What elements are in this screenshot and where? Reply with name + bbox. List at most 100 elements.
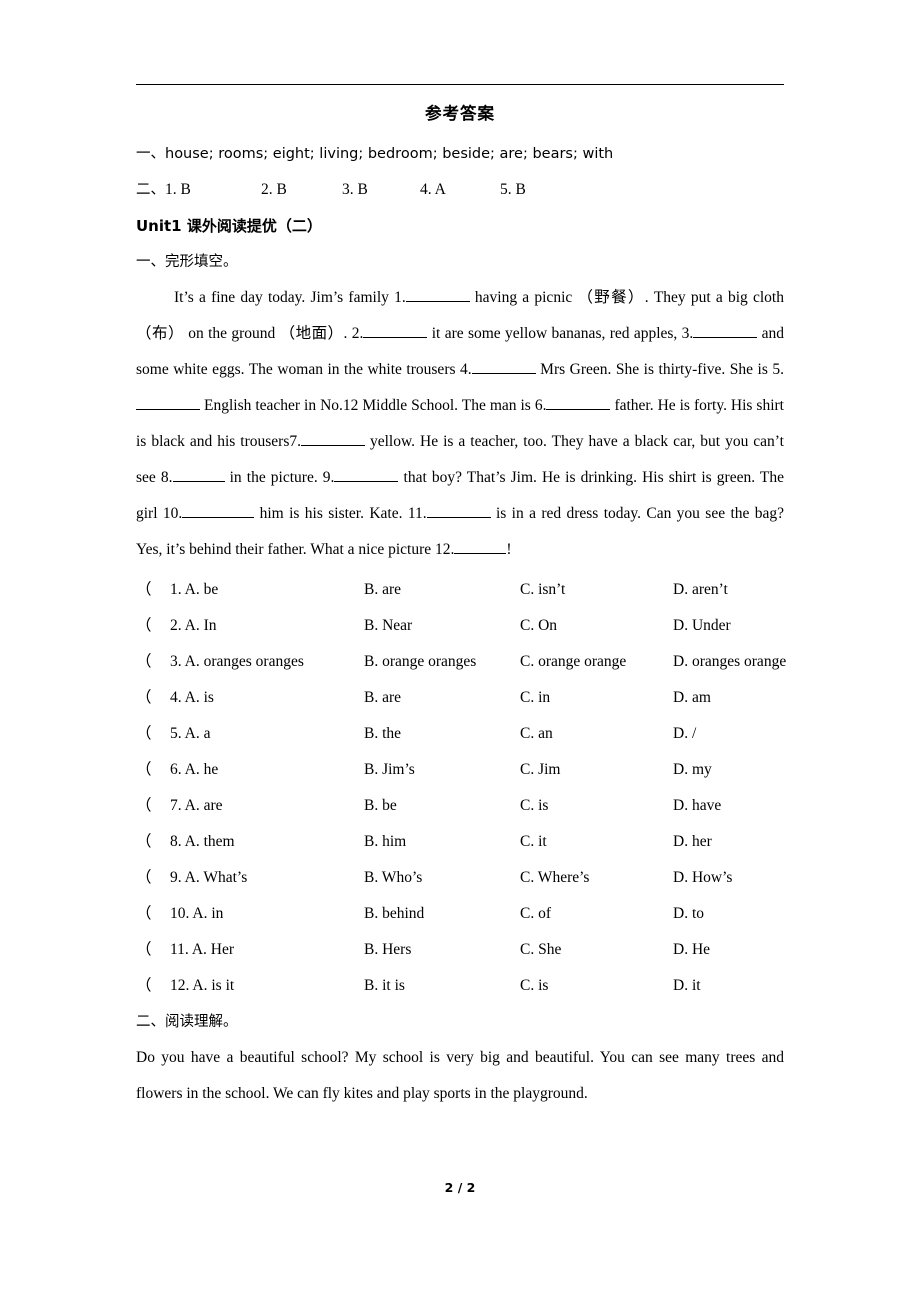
choice-option-b[interactable]: B. him xyxy=(364,824,520,860)
choice-option-b[interactable]: B. Who’s xyxy=(364,860,520,896)
choice-option-d[interactable]: D. am xyxy=(673,680,784,716)
choice-paren[interactable]: （ xyxy=(136,752,170,788)
choice-number: 8. xyxy=(170,833,182,850)
cloze-seg-12: is in a red dress today. Can you see the… xyxy=(136,505,784,558)
choice-option-a[interactable]: 12. A. is it xyxy=(170,968,364,1004)
answer-2-item-3: 3. B xyxy=(342,181,368,198)
header-rule xyxy=(136,84,784,85)
choice-option-d[interactable]: D. oranges orange xyxy=(673,644,786,680)
choice-number: 2. xyxy=(170,617,182,634)
cloze-blank-1 xyxy=(405,301,470,302)
choice-number: 12. xyxy=(170,977,190,994)
choice-row: （ 5. A. a B. the C. an D. / xyxy=(136,716,784,752)
choice-option-d[interactable]: D. have xyxy=(673,788,784,824)
choice-option-a[interactable]: 3. A. oranges oranges xyxy=(170,644,364,680)
choice-option-a[interactable]: 2. A. In xyxy=(170,608,364,644)
choice-paren[interactable]: （ xyxy=(136,608,170,644)
choice-option-b[interactable]: B. be xyxy=(364,788,520,824)
choice-number: 4. xyxy=(170,689,182,706)
choice-paren[interactable]: （ xyxy=(136,860,170,896)
choice-number: 9. xyxy=(170,869,182,886)
choice-text-a: A. What’s xyxy=(184,869,248,886)
choice-number: 10. xyxy=(170,905,190,922)
choice-option-a[interactable]: 10. A. in xyxy=(170,896,364,932)
choice-option-b[interactable]: B. Hers xyxy=(364,932,520,968)
choice-text-a: A. a xyxy=(184,725,211,742)
choice-option-a[interactable]: 9. A. What’s xyxy=(170,860,364,896)
choice-paren[interactable]: （ xyxy=(136,824,170,860)
choice-option-d[interactable]: D. How’s xyxy=(673,860,784,896)
choice-option-d[interactable]: D. Under xyxy=(673,608,784,644)
choice-row: （ 3. A. oranges oranges B. orange orange… xyxy=(136,644,786,680)
cloze-passage: It’s a fine day today. Jim’s family 1. h… xyxy=(136,280,784,568)
choice-option-b[interactable]: B. behind xyxy=(364,896,520,932)
choice-option-a[interactable]: 1. A. be xyxy=(170,572,364,608)
choice-option-b[interactable]: B. the xyxy=(364,716,520,752)
choice-option-b[interactable]: B. it is xyxy=(364,968,520,1004)
choice-option-a[interactable]: 6. A. he xyxy=(170,752,364,788)
choice-text-a: A. is it xyxy=(192,977,235,994)
page-title: 参考答案 xyxy=(425,104,495,123)
choice-option-a[interactable]: 4. A. is xyxy=(170,680,364,716)
choice-option-c[interactable]: C. orange orange xyxy=(520,644,673,680)
choice-paren[interactable]: （ xyxy=(136,644,170,680)
choice-paren[interactable]: （ xyxy=(136,932,170,968)
choice-option-d[interactable]: D. He xyxy=(673,932,784,968)
choice-option-c[interactable]: C. is xyxy=(520,788,673,824)
cloze-blank-12 xyxy=(454,553,507,554)
choice-option-c[interactable]: C. is xyxy=(520,968,673,1004)
choice-text-a: A. oranges oranges xyxy=(184,653,304,670)
choice-option-a[interactable]: 5. A. a xyxy=(170,716,364,752)
choices-list: （ 1. A. be B. are C. isn’t D. aren’t （ 2… xyxy=(136,572,786,1004)
choice-text-a: A. is xyxy=(184,689,214,706)
choice-option-d[interactable]: D. to xyxy=(673,896,784,932)
choice-paren[interactable]: （ xyxy=(136,968,170,1004)
choice-option-a[interactable]: 8. A. them xyxy=(170,824,364,860)
choice-option-b[interactable]: B. are xyxy=(364,680,520,716)
cloze-blank-11 xyxy=(426,517,491,518)
choice-option-d[interactable]: D. my xyxy=(673,752,784,788)
answer-line-2: 二、1. B 2. B 3. B 4. A 5. B xyxy=(136,172,784,208)
choice-row: （ 4. A. is B. are C. in D. am xyxy=(136,680,784,716)
choice-option-c[interactable]: C. She xyxy=(520,932,673,968)
choice-option-d[interactable]: D. her xyxy=(673,824,784,860)
choice-option-b[interactable]: B. orange oranges xyxy=(364,644,520,680)
section-2-heading: 二、阅读理解。 xyxy=(136,1014,238,1030)
cloze-blank-10 xyxy=(182,517,255,518)
document-page: 参考答案 一、house; rooms; eight; living; bedr… xyxy=(0,0,920,1302)
choice-option-b[interactable]: B. Jim’s xyxy=(364,752,520,788)
choice-option-b[interactable]: B. Near xyxy=(364,608,520,644)
choice-option-d[interactable]: D. aren’t xyxy=(673,572,784,608)
choice-option-c[interactable]: C. Where’s xyxy=(520,860,673,896)
choice-option-c[interactable]: C. Jim xyxy=(520,752,673,788)
choice-row: （ 10. A. in B. behind C. of D. to xyxy=(136,896,784,932)
choice-option-a[interactable]: 7. A. are xyxy=(170,788,364,824)
choice-option-c[interactable]: C. in xyxy=(520,680,673,716)
choice-paren[interactable]: （ xyxy=(136,680,170,716)
choice-paren[interactable]: （ xyxy=(136,572,170,608)
choice-option-c[interactable]: C. of xyxy=(520,896,673,932)
choice-option-d[interactable]: D. it xyxy=(673,968,784,1004)
choice-number: 11. xyxy=(170,941,189,958)
choice-option-c[interactable]: C. On xyxy=(520,608,673,644)
choice-option-c[interactable]: C. it xyxy=(520,824,673,860)
choice-number: 5. xyxy=(170,725,182,742)
choice-row: （ 9. A. What’s B. Who’s C. Where’s D. Ho… xyxy=(136,860,784,896)
choice-row: （ 8. A. them B. him C. it D. her xyxy=(136,824,784,860)
choice-paren[interactable]: （ xyxy=(136,896,170,932)
choice-number: 3. xyxy=(170,653,182,670)
choice-option-d[interactable]: D. / xyxy=(673,716,784,752)
choice-text-a: A. be xyxy=(184,581,219,598)
cloze-seg-13: ! xyxy=(506,541,512,558)
choice-text-a: A. are xyxy=(184,797,223,814)
choice-row: （ 6. A. he B. Jim’s C. Jim D. my xyxy=(136,752,784,788)
cloze-blank-3 xyxy=(693,337,758,338)
choice-option-a[interactable]: 11. A. Her xyxy=(170,932,364,968)
choice-option-c[interactable]: C. isn’t xyxy=(520,572,673,608)
cloze-blank-7 xyxy=(301,445,366,446)
choice-option-b[interactable]: B. are xyxy=(364,572,520,608)
choice-option-c[interactable]: C. an xyxy=(520,716,673,752)
choice-paren[interactable]: （ xyxy=(136,716,170,752)
choice-number: 6. xyxy=(170,761,182,778)
choice-paren[interactable]: （ xyxy=(136,788,170,824)
